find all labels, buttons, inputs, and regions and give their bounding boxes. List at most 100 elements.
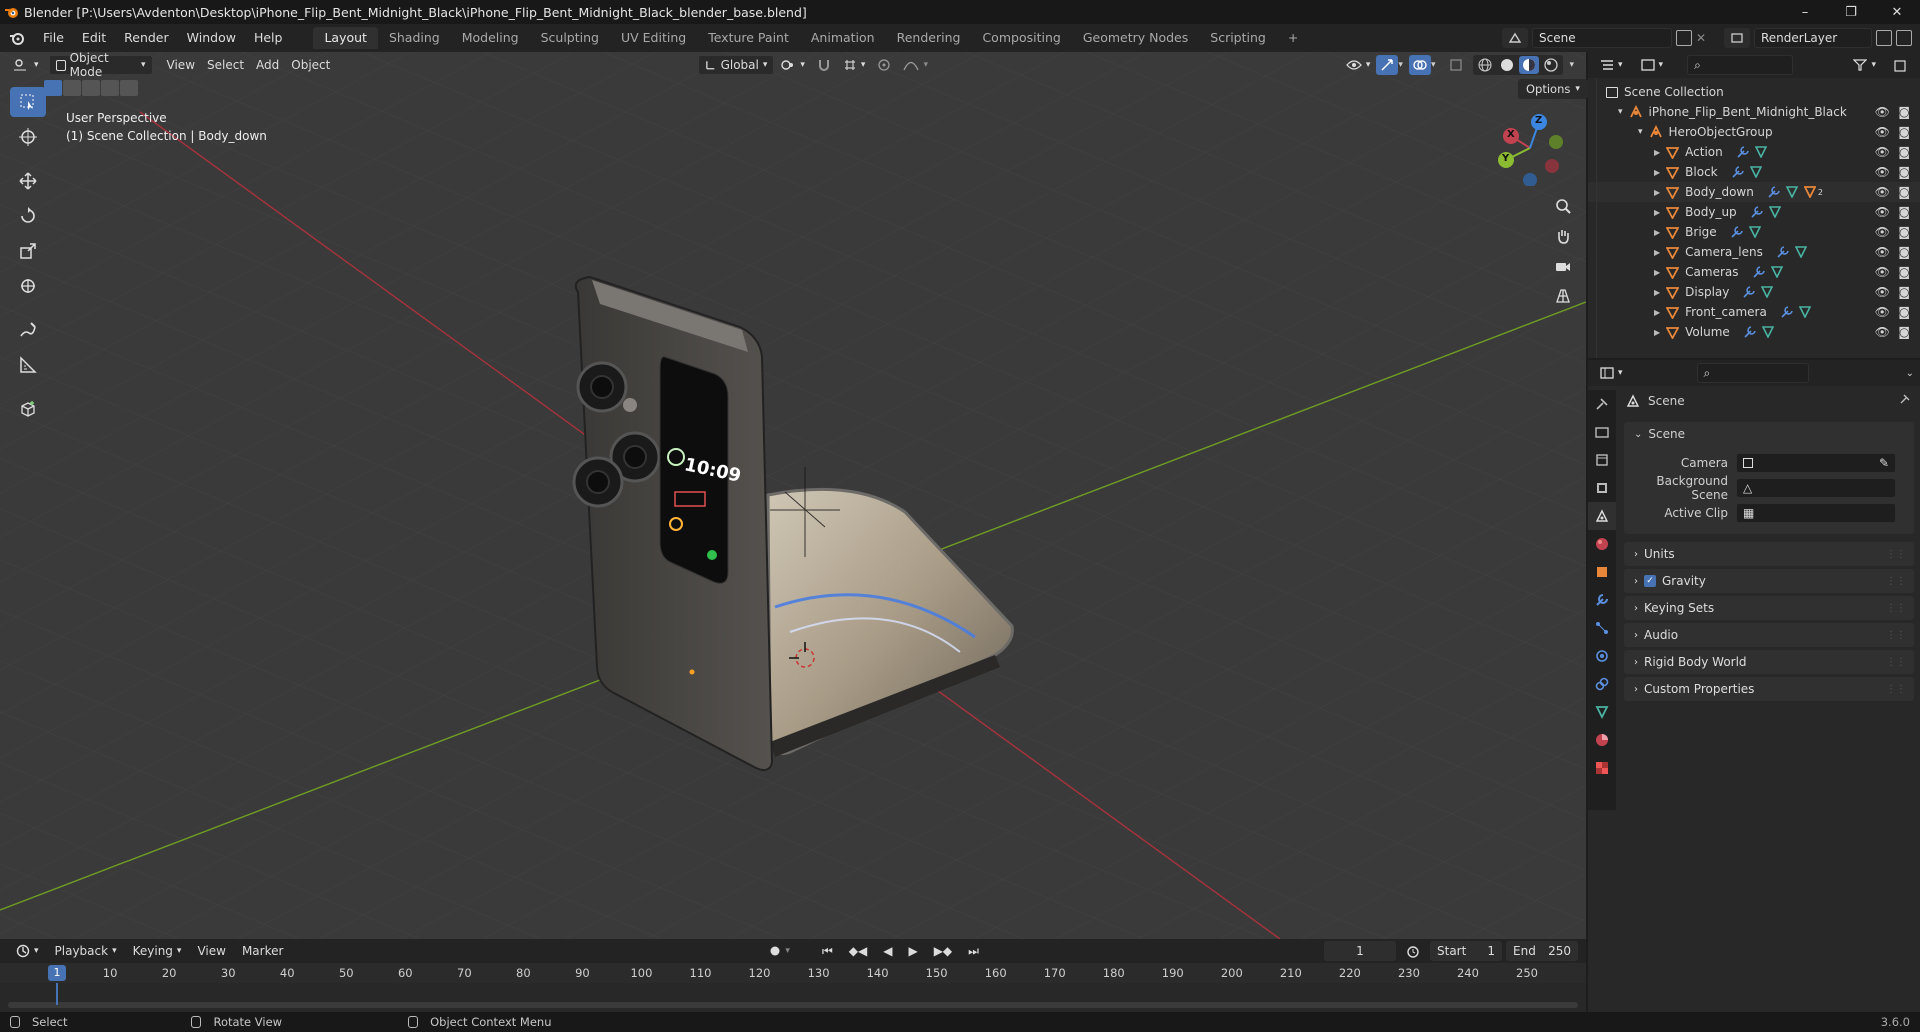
tab-animation[interactable]: Animation [800,27,886,49]
subtract-selection-icon[interactable] [82,80,100,96]
jump-keyframe-back-icon[interactable]: ◆◀ [843,941,873,961]
mesh-data-icon[interactable] [1748,226,1761,238]
playback-menu[interactable]: Playback ▾ [49,941,123,961]
drag-handle-icon[interactable]: ⋮⋮ [1886,684,1906,695]
marker-menu[interactable]: Marker [236,941,289,961]
chevron-right-icon[interactable]: › [1634,684,1638,695]
eye-icon[interactable]: 👁 [1875,285,1890,299]
outliner-row-action[interactable]: ▶ Action 👁 ◙ [1588,142,1920,162]
panel-keying-sets[interactable]: › Keying Sets ⋮⋮ [1624,596,1914,620]
outliner-row-front-camera[interactable]: ▶ Front_camera 👁 ◙ [1588,302,1920,322]
menu-add[interactable]: Add [250,55,285,75]
expand-arrow-icon[interactable]: ▶ [1654,268,1660,277]
zoom-icon[interactable] [1549,192,1577,220]
add-cube-tool[interactable] [10,394,46,424]
delete-scene-icon[interactable]: ✕ [1696,31,1710,45]
expand-arrow-icon[interactable]: ▶ [1654,228,1660,237]
tab-uv-editing[interactable]: UV Editing [610,27,697,49]
menu-file[interactable]: File [34,27,73,49]
modifier-icon[interactable] [1752,266,1765,278]
transform-orientation-dropdown[interactable]: Global ▾ [698,55,775,75]
invert-selection-icon[interactable] [101,80,119,96]
outliner-editor-type-icon[interactable]: ▾ [1594,55,1629,75]
panel-audio[interactable]: › Audio ⋮⋮ [1624,623,1914,647]
material-preview-shading-icon[interactable] [1519,56,1540,74]
rotate-tool[interactable] [10,201,46,231]
chevron-right-icon[interactable]: › [1634,657,1638,668]
visibility-selectability-icon[interactable]: ▾ [1340,55,1377,75]
blender-menu-icon[interactable] [0,30,34,46]
mesh-data-icon[interactable] [1785,186,1798,198]
camera-render-icon[interactable]: ◙ [1898,145,1910,159]
modifier-icon[interactable] [1781,306,1793,318]
annotate-tool[interactable] [10,315,46,345]
outliner-row-brige[interactable]: ▶ Brige 👁 ◙ [1588,222,1920,242]
particles-tab-icon[interactable] [1588,614,1616,642]
select-box-tool[interactable] [10,87,46,117]
view-layer-tab-icon[interactable] [1588,474,1616,502]
camera-render-icon[interactable]: ◙ [1898,245,1910,259]
eye-icon[interactable]: 👁 [1875,125,1890,139]
outliner-row-file-collection[interactable]: ▾ iPhone_Flip_Bent_Midnight_Black 👁 ◙ [1588,102,1920,122]
pin-icon[interactable] [1898,394,1910,406]
expand-arrow-icon[interactable]: ▾ [1618,107,1623,117]
eye-icon[interactable]: 👁 [1875,145,1890,159]
outliner-row-hero-group[interactable]: ▾ HeroObjectGroup 👁 ◙ [1588,122,1920,142]
camera-render-icon[interactable]: ◙ [1898,305,1910,319]
measure-tool[interactable] [10,350,46,380]
rendered-shading-icon[interactable] [1541,56,1561,74]
navigation-gizmo[interactable]: X Y Z [1492,110,1568,186]
cursor-tool[interactable] [10,122,46,152]
scale-tool[interactable] [10,236,46,266]
camera-view-icon[interactable] [1549,252,1577,280]
background-scene-field[interactable]: △ [1736,477,1896,498]
camera-render-icon[interactable]: ◙ [1898,125,1910,139]
chevron-right-icon[interactable]: › [1634,549,1638,560]
tab-compositing[interactable]: Compositing [971,27,1071,49]
maximize-button[interactable]: ❐ [1828,0,1874,24]
gravity-checkbox[interactable]: ✓ [1644,575,1656,587]
move-tool[interactable] [10,166,46,196]
eye-icon[interactable]: 👁 [1875,225,1890,239]
camera-render-icon[interactable]: ◙ [1898,205,1910,219]
menu-select[interactable]: Select [201,55,250,75]
eye-icon[interactable]: 👁 [1875,325,1890,339]
texture-tab-icon[interactable] [1588,754,1616,782]
drag-handle-icon[interactable]: ⋮⋮ [1886,549,1906,560]
object-tab-icon[interactable] [1588,558,1616,586]
mesh-data-icon[interactable] [1761,286,1774,298]
panel-units[interactable]: › Units ⋮⋮ [1624,542,1914,566]
expand-arrow-icon[interactable]: ▶ [1654,288,1660,297]
xray-toggle-icon[interactable] [1443,55,1469,75]
chevron-right-icon[interactable]: › [1634,630,1638,641]
outliner-row-volume[interactable]: ▶ Volume 👁 ◙ [1588,322,1920,342]
add-workspace-button[interactable]: + [1277,27,1309,49]
tab-texture-paint[interactable]: Texture Paint [697,27,800,49]
intersect-selection-icon[interactable] [120,80,138,96]
camera-render-icon[interactable]: ◙ [1898,105,1910,119]
panel-custom-properties[interactable]: › Custom Properties ⋮⋮ [1624,677,1914,701]
pivot-point-icon[interactable]: ▾ [774,55,811,75]
menu-object[interactable]: Object [285,55,336,75]
expand-arrow-icon[interactable]: ▶ [1654,308,1660,317]
eye-icon[interactable]: 👁 [1875,105,1890,119]
panel-rigid-body-world[interactable]: › Rigid Body World ⋮⋮ [1624,650,1914,674]
output-tab-icon[interactable] [1588,446,1616,474]
keying-menu[interactable]: Keying ▾ [127,941,188,961]
modifier-icon[interactable] [1768,186,1780,198]
dopesheet-area[interactable] [0,983,1586,1012]
auto-keying-icon[interactable]: ▾ [763,941,796,961]
modifier-icon[interactable] [1731,226,1743,238]
expand-arrow-icon[interactable]: ▶ [1654,208,1660,217]
overlays-toggle-icon[interactable] [1408,55,1431,75]
falloff-icon[interactable]: ▾ [897,55,934,75]
tab-rendering[interactable]: Rendering [886,27,972,49]
editor-type-icon[interactable]: ▾ [8,55,45,75]
modifier-icon[interactable] [1751,206,1763,218]
tab-sculpting[interactable]: Sculpting [530,27,610,49]
camera-render-icon[interactable]: ◙ [1898,165,1910,179]
eye-icon[interactable]: 👁 [1875,305,1890,319]
timeline-view-menu[interactable]: View [191,941,231,961]
play-icon[interactable]: ▶ [902,941,923,961]
display-mode-icon[interactable]: ▾ [1635,55,1670,75]
